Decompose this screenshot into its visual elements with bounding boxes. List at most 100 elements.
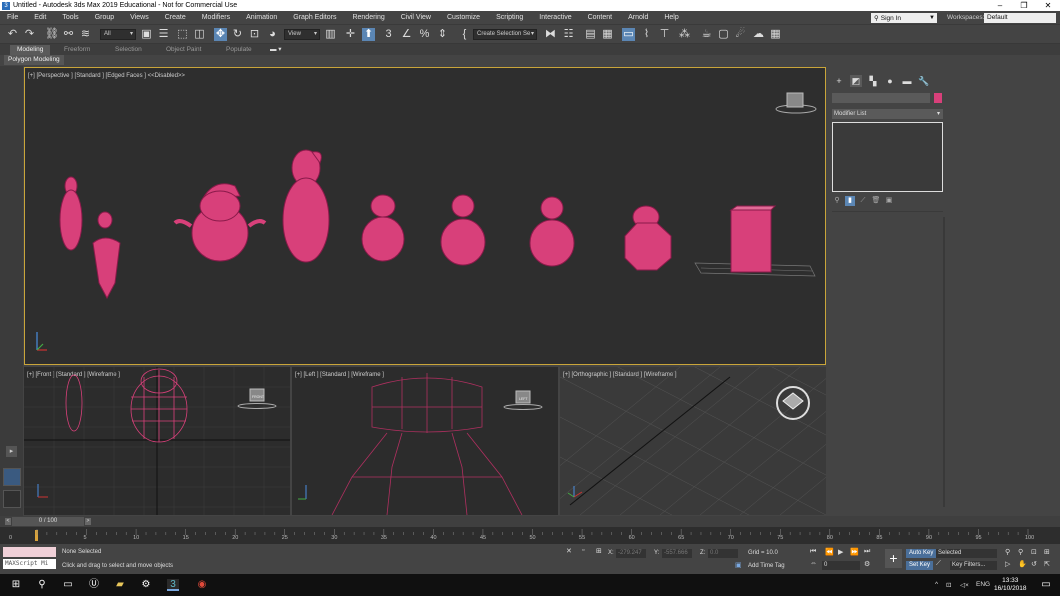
link-icon[interactable]: ⛓	[45, 28, 59, 41]
menu-scripting[interactable]: Scripting	[488, 14, 531, 21]
menu-arnold[interactable]: Arnold	[620, 14, 656, 21]
minimize-button[interactable]: –	[988, 0, 1012, 11]
isolate-selection-icon[interactable]: ✕	[566, 547, 572, 555]
time-prev-icon[interactable]: <	[5, 518, 11, 525]
left-wireframe-object[interactable]	[331, 373, 523, 515]
viewport-front[interactable]: [+] [Front ] [Standard ] [Wireframe ] FR…	[24, 367, 290, 515]
tab-object-paint[interactable]: Object Paint	[166, 45, 201, 55]
reference-coordinate-dropdown[interactable]: View ▾	[284, 29, 320, 40]
menu-help[interactable]: Help	[656, 14, 686, 21]
notifications-icon[interactable]: ▭	[1040, 579, 1052, 591]
rectangular-selection-icon[interactable]: ⬚	[176, 28, 189, 41]
layout-tab-grid[interactable]	[3, 490, 21, 508]
unlink-icon[interactable]: ⚯	[62, 28, 75, 41]
maxscript-listener-output[interactable]	[3, 547, 56, 557]
key-filters-button[interactable]: Key Filters...	[950, 561, 997, 570]
utilities-tab-icon[interactable]: 🔧	[918, 75, 930, 87]
y-coordinate-field[interactable]: -557.666	[662, 549, 692, 558]
zoom-extents-icon[interactable]: ⊡	[1031, 548, 1037, 556]
layout-tab-active[interactable]	[3, 468, 21, 486]
menu-animation[interactable]: Animation	[238, 14, 285, 21]
a360-gallery-icon[interactable]: ▦	[769, 28, 782, 41]
go-to-start-icon[interactable]: ⏮	[810, 548, 816, 556]
previous-frame-icon[interactable]: ⏪	[825, 548, 834, 556]
mirror-icon[interactable]: ⧓	[544, 28, 557, 41]
workspace-select[interactable]: Default	[984, 13, 1056, 23]
language-indicator[interactable]: ENG	[976, 581, 990, 588]
pink-object-6[interactable]	[440, 194, 486, 266]
windows-start-icon[interactable]: ⊞	[10, 579, 22, 591]
unreal-engine-icon[interactable]: Ⓤ	[88, 579, 100, 591]
scene-explorer-icon[interactable]: ▤	[584, 28, 597, 41]
pan-view-icon[interactable]: ✋	[1018, 560, 1027, 568]
edit-named-selection-icon[interactable]: {	[458, 28, 471, 41]
set-keys-icon[interactable]: +	[885, 549, 902, 568]
configure-modifier-sets-icon[interactable]: ▣	[884, 196, 894, 206]
pin-stack-icon[interactable]: ⚲	[832, 196, 842, 206]
sign-in-dropdown[interactable]: ⚲ Sign In ▼	[871, 13, 937, 23]
orbit-icon[interactable]: ↺	[1031, 560, 1037, 568]
tab-modeling[interactable]: Modeling	[10, 45, 51, 55]
viewport-orthographic[interactable]: [+] [Orthographic ] [Standard ] [Wirefra…	[560, 367, 826, 515]
viewport-perspective[interactable]: [+] [Perspective ] [Standard ] [Edged Fa…	[24, 67, 826, 365]
ribbon-options-icon[interactable]: ▬ ▾	[270, 45, 282, 55]
select-by-name-icon[interactable]: ☰	[157, 28, 170, 41]
pink-object-1[interactable]	[59, 176, 83, 251]
make-unique-icon[interactable]: ⟋	[858, 196, 868, 206]
z-coordinate-field[interactable]: 0.0	[708, 549, 738, 558]
remove-modifier-icon[interactable]: 🗑	[871, 196, 881, 206]
time-slider-thumb[interactable]: 0 / 100	[12, 517, 84, 526]
menu-rendering[interactable]: Rendering	[344, 14, 392, 21]
scale-icon[interactable]: ⊡	[248, 28, 261, 41]
pink-object-4[interactable]	[282, 149, 330, 263]
percent-snap-icon[interactable]: %	[418, 28, 431, 41]
modifier-list-dropdown[interactable]: Modifier List ▾	[832, 109, 943, 119]
set-key-button[interactable]: Set Key	[906, 561, 934, 570]
menu-create[interactable]: Create	[157, 14, 194, 21]
current-frame-field[interactable]: 0	[822, 561, 860, 570]
polygon-modeling-panel[interactable]: Polygon Modeling	[4, 55, 64, 65]
selection-filter-dropdown[interactable]: All ▾	[100, 29, 136, 40]
pivot-center-icon[interactable]: ▥	[324, 28, 337, 41]
viewport-left[interactable]: [+] [Left ] [Standard ] [Wireframe ] LEF…	[292, 367, 558, 515]
motion-tab-icon[interactable]: ●	[884, 75, 896, 87]
snaps-toggle-icon[interactable]: 3	[382, 28, 395, 41]
zoom-all-icon[interactable]: ⚲	[1018, 548, 1023, 556]
maximize-button[interactable]: ❐	[1012, 0, 1036, 11]
tab-selection[interactable]: Selection	[115, 45, 142, 55]
rotate-icon[interactable]: ↻	[231, 28, 244, 41]
manipulate-icon[interactable]: ✛	[344, 28, 357, 41]
menu-content[interactable]: Content	[580, 14, 621, 21]
render-in-cloud-icon[interactable]: ☁	[752, 28, 765, 41]
render-production-icon[interactable]: ☄	[734, 28, 747, 41]
left-view-cube-icon[interactable]: LEFT	[503, 390, 543, 410]
render-setup-icon[interactable]: ☕	[700, 28, 713, 41]
network-icon[interactable]: ⊡	[946, 581, 951, 589]
window-crossing-icon[interactable]: ◫	[193, 28, 206, 41]
x-coordinate-field[interactable]: -279.247	[616, 549, 646, 558]
redo-icon[interactable]: ↷	[23, 28, 36, 41]
system-clock[interactable]: 13:33 16/10/2018	[994, 577, 1027, 593]
selection-set-dropdown[interactable]: Selected	[936, 549, 997, 558]
task-view-icon[interactable]: ▭	[62, 579, 74, 591]
front-view-cube-icon[interactable]: FRONT	[237, 388, 277, 409]
menu-modifiers[interactable]: Modifiers	[194, 14, 238, 21]
display-tab-icon[interactable]: ▬	[901, 75, 913, 87]
layer-explorer-icon[interactable]: ▦	[601, 28, 614, 41]
menu-edit[interactable]: Edit	[26, 14, 54, 21]
tab-populate[interactable]: Populate	[226, 45, 252, 55]
menu-file[interactable]: File	[0, 14, 26, 21]
pink-object-2[interactable]	[92, 211, 121, 300]
curve-editor-icon[interactable]: ⌇	[640, 28, 653, 41]
modify-tab-icon[interactable]: ◩	[850, 75, 862, 87]
expand-layout-icon[interactable]: ▸	[6, 446, 17, 457]
time-next-icon[interactable]: >	[85, 518, 91, 525]
app-icon-taskbar[interactable]: ⚙	[140, 579, 152, 591]
rendered-frame-window-icon[interactable]: ▢	[717, 28, 730, 41]
menu-tools[interactable]: Tools	[54, 14, 86, 21]
auto-key-button[interactable]: Auto Key	[906, 549, 937, 558]
key-mode-toggle-icon[interactable]: ⇔	[810, 560, 817, 567]
add-time-tag-button[interactable]: Add Time Tag	[748, 563, 785, 569]
time-tag-icon[interactable]: ▣	[735, 561, 742, 569]
go-to-end-icon[interactable]: ⏭	[864, 548, 870, 556]
